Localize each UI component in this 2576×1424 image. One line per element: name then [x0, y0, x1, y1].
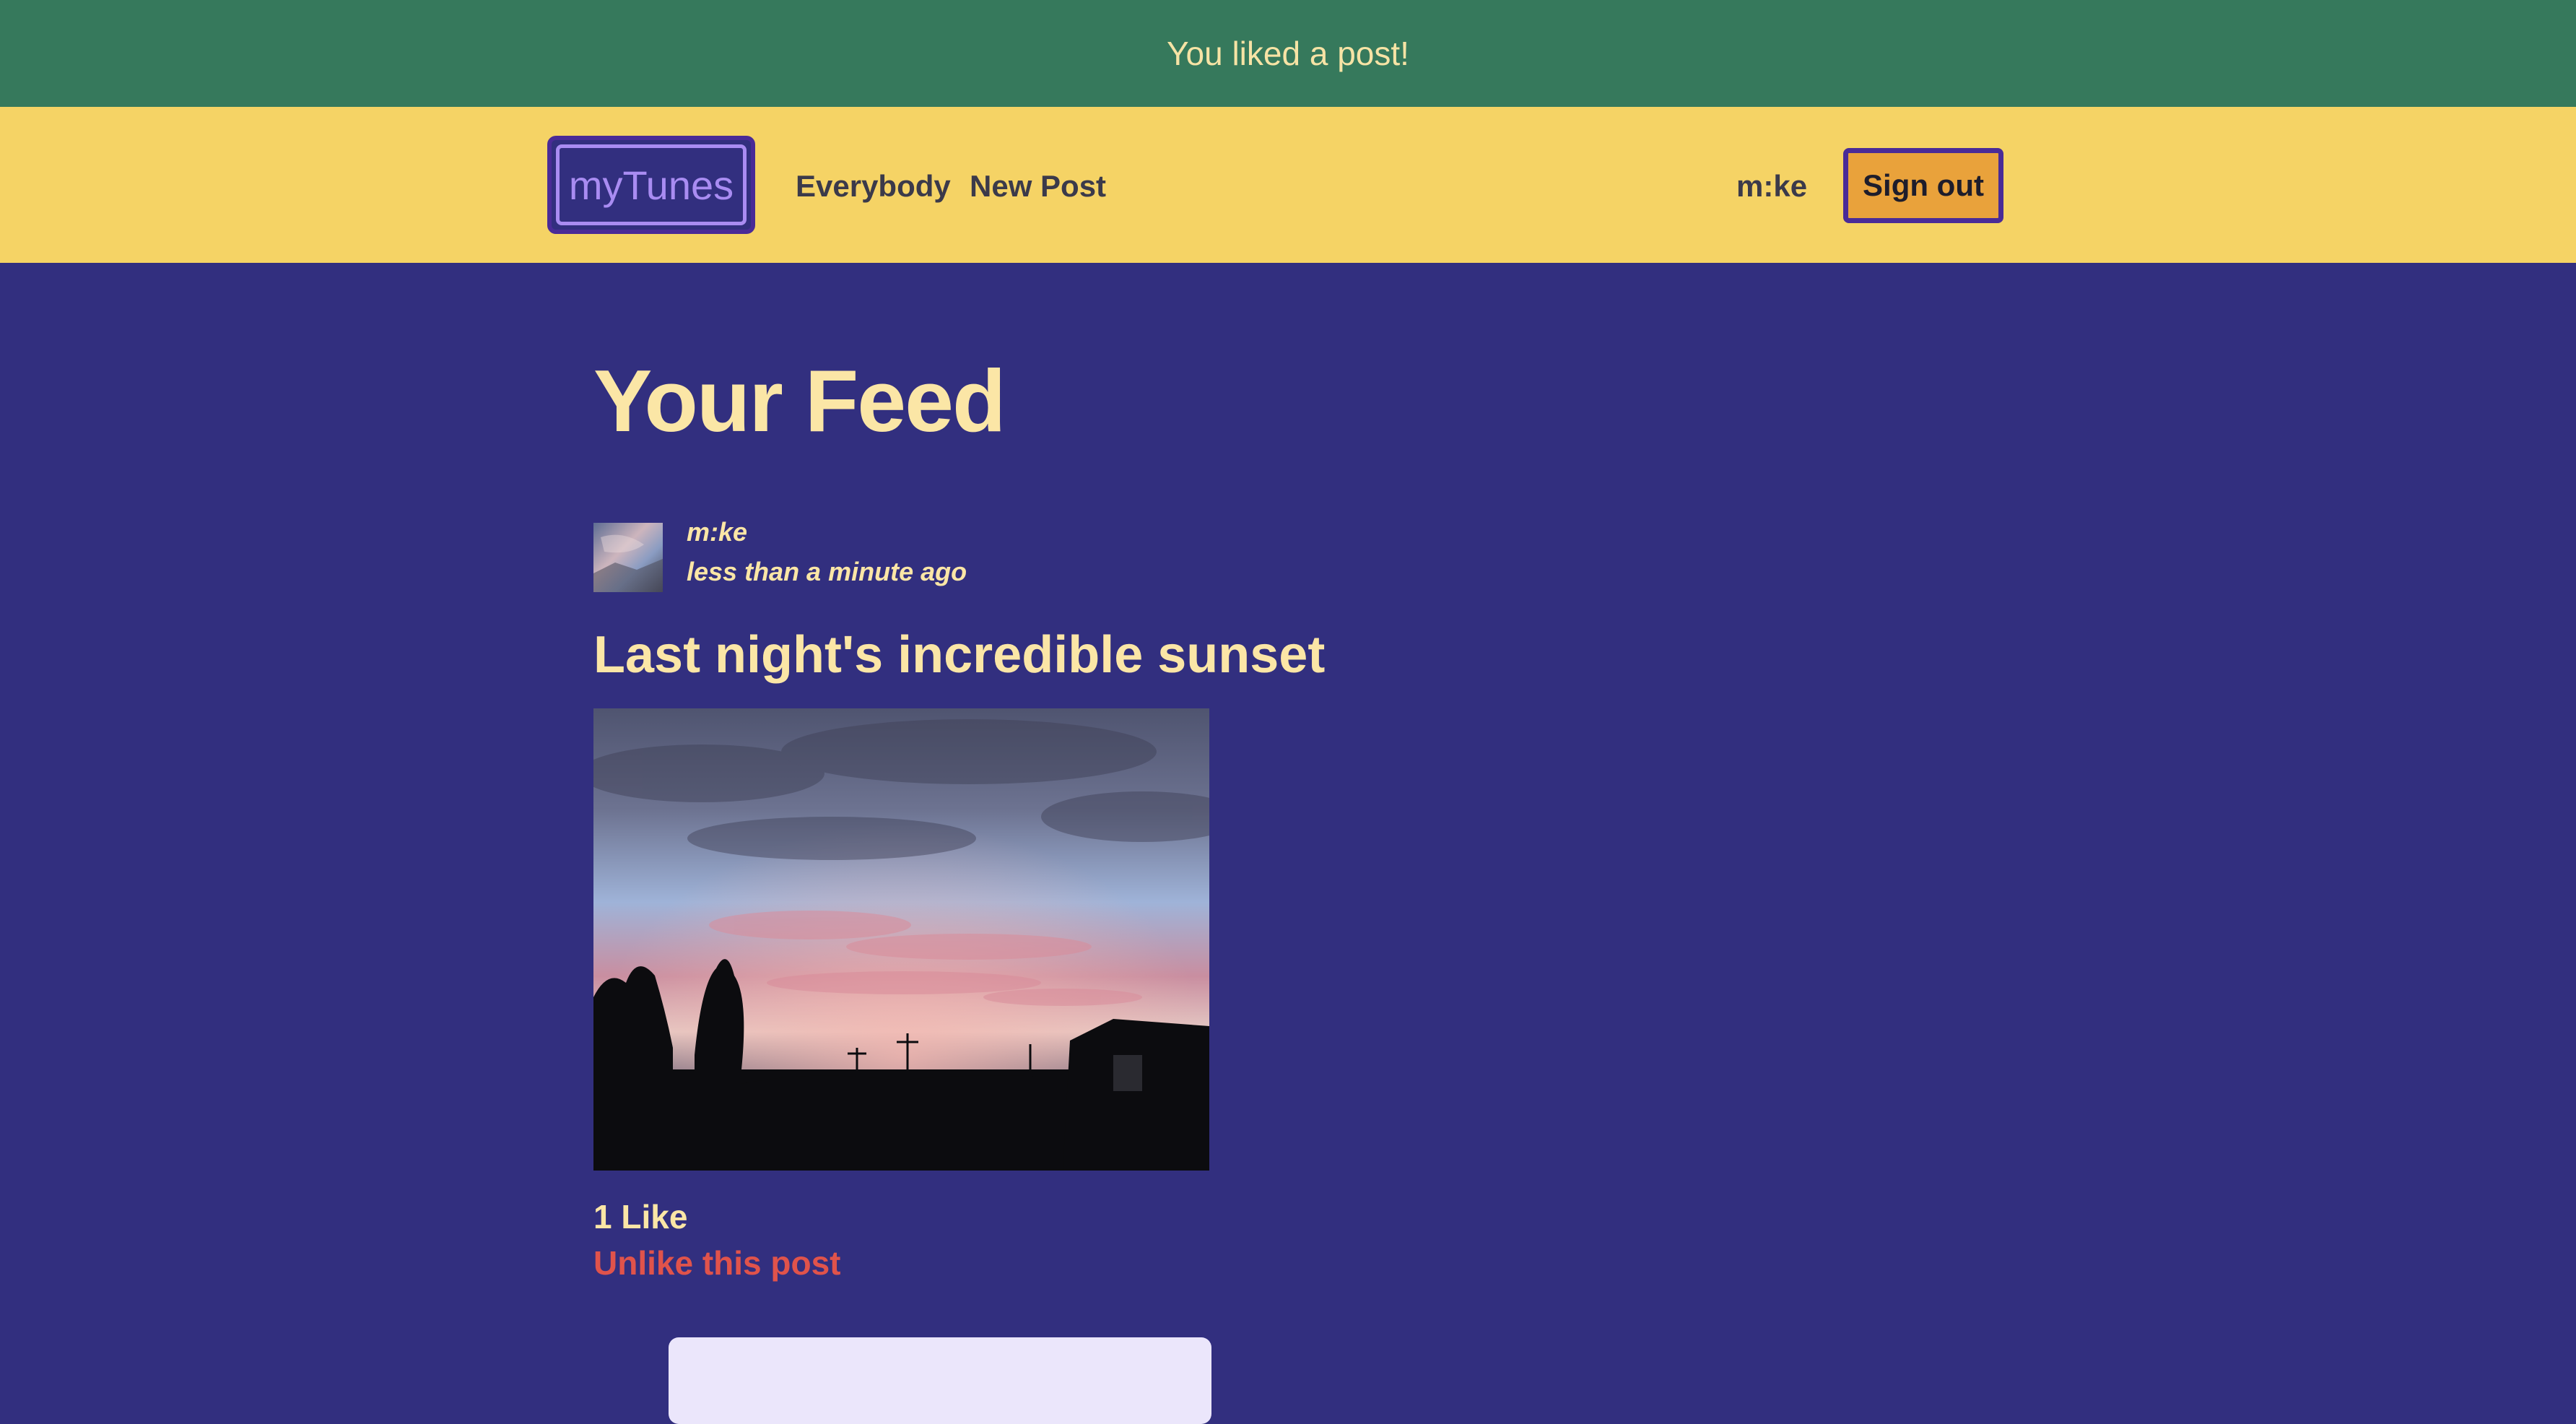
- flash-banner: You liked a post!: [0, 0, 2576, 107]
- unlike-post-link[interactable]: Unlike this post: [593, 1243, 840, 1282]
- sunset-photo: [593, 708, 1209, 1171]
- likes-count: 1 Like: [593, 1198, 688, 1236]
- navbar: [0, 107, 2576, 263]
- avatar-image: [593, 523, 663, 592]
- brand-label: myTunes: [568, 162, 734, 208]
- flash-message: You liked a post!: [1167, 35, 1409, 72]
- nav-username[interactable]: m:ke: [1736, 165, 1807, 208]
- next-post-card: [669, 1337, 1211, 1424]
- sign-out-button[interactable]: Sign out: [1843, 148, 2003, 223]
- nav-link-everybody[interactable]: Everybody: [796, 165, 951, 208]
- avatar[interactable]: [593, 523, 663, 592]
- post-author[interactable]: m:ke: [687, 517, 747, 547]
- post-title: Last night's incredible sunset: [593, 626, 1326, 684]
- post-image: [593, 708, 1209, 1171]
- nav-link-new-post[interactable]: New Post: [970, 165, 1106, 208]
- page-title: Your Feed: [593, 352, 1006, 450]
- brand-logo-button[interactable]: myTunes: [547, 136, 755, 234]
- post-timestamp: less than a minute ago: [687, 557, 967, 586]
